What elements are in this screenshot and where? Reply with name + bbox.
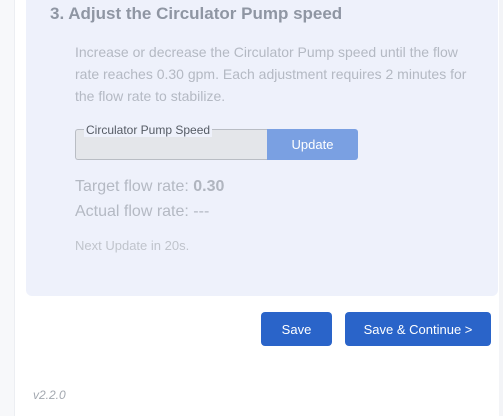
target-flow-label: Target flow rate: <box>75 178 194 195</box>
target-flow-value: 0.30 <box>193 178 225 195</box>
step-description: Increase or decrease the Circulator Pump… <box>75 44 467 104</box>
step-title: 3. Adjust the Circulator Pump speed <box>50 4 343 23</box>
right-scroll-edge <box>499 0 503 416</box>
next-update-countdown: Next Update in 20s. <box>75 238 190 253</box>
actual-flow-rate: Actual flow rate: --- <box>75 203 209 221</box>
left-sidebar-edge <box>0 0 15 416</box>
actual-flow-value: --- <box>193 203 210 220</box>
target-flow-rate: Target flow rate: 0.30 <box>75 178 224 196</box>
page: 3. Adjust the Circulator Pump speed Incr… <box>0 0 503 416</box>
actual-flow-label: Actual flow rate: <box>75 203 194 220</box>
save-button[interactable]: Save <box>261 312 332 346</box>
pump-speed-legend: Circulator Pump Speed <box>84 123 213 137</box>
version-label: v2.2.0 <box>33 388 66 402</box>
update-button[interactable]: Update <box>267 129 358 160</box>
save-continue-button[interactable]: Save & Continue > <box>345 312 491 346</box>
